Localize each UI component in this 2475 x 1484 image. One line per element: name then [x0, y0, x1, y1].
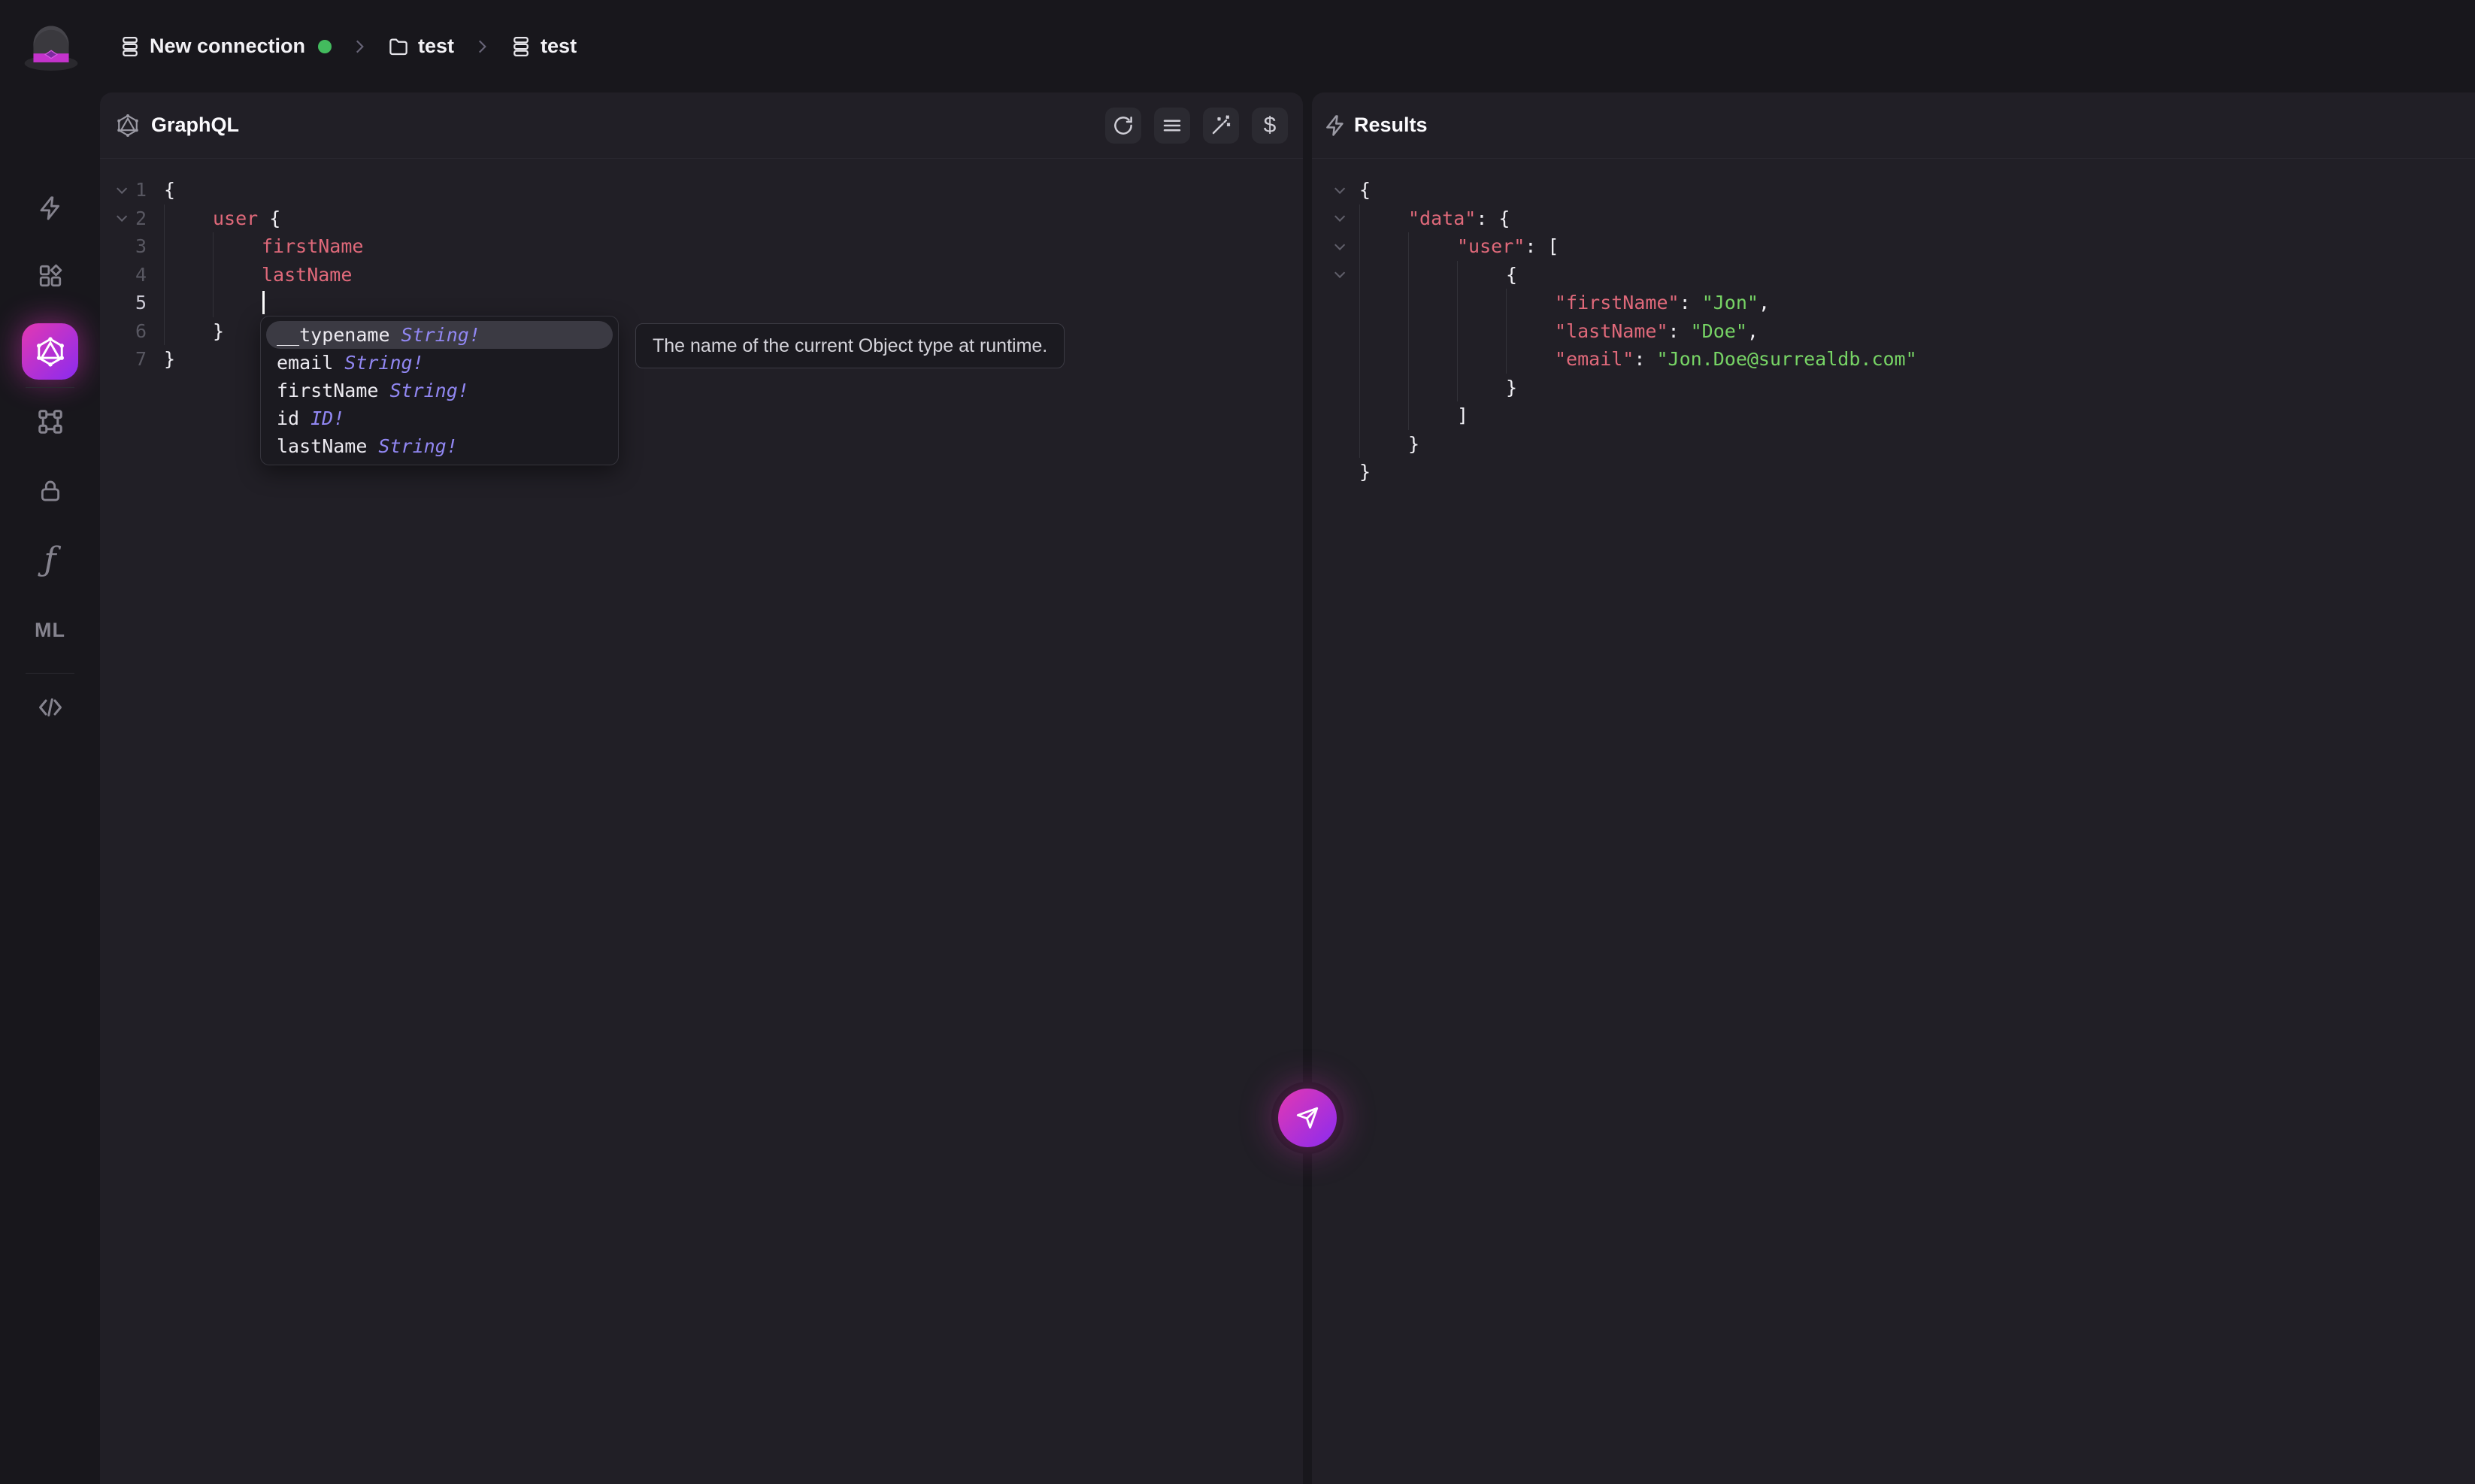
code-icon — [38, 698, 62, 716]
sidebar-item-query[interactable] — [0, 195, 100, 221]
code-line: "user": [ — [1312, 232, 2475, 261]
connection-stack-icon — [123, 36, 138, 56]
code-line: } — [1312, 429, 2475, 458]
fold-toggle-icon[interactable] — [1330, 243, 1347, 250]
results-panel-header: Results — [1312, 92, 2475, 159]
graphql-icon — [36, 336, 64, 367]
sidebar: ƒ ML — [0, 92, 100, 1484]
zap-icon — [1326, 114, 1344, 136]
breadcrumb-database[interactable]: test — [510, 35, 577, 58]
results-panel: Results {"data": {"user": [{"firstName":… — [1312, 92, 2475, 1484]
function-icon: ƒ — [44, 541, 56, 579]
lock-icon — [41, 480, 59, 501]
sidebar-item-functions[interactable]: ƒ — [0, 544, 100, 577]
wand-icon — [1212, 115, 1231, 134]
autocomplete-item[interactable]: __typename String! — [266, 321, 613, 349]
fold-toggle-icon[interactable] — [112, 186, 129, 194]
autocomplete-item[interactable]: firstName String! — [266, 377, 613, 404]
line-number: 5 — [135, 292, 147, 314]
sidebar-item-graphql[interactable] — [22, 323, 78, 380]
code-line: 2 user { — [100, 204, 1303, 232]
connection-status-dot — [318, 39, 332, 53]
topbar: New connection test test — [0, 0, 2475, 92]
panel-resize-handle[interactable] — [1303, 92, 1312, 1484]
zap-icon — [40, 196, 59, 220]
variables-button[interactable]: $ — [1252, 107, 1288, 144]
sidebar-item-models[interactable]: ML — [0, 619, 100, 642]
breadcrumb: New connection test test — [119, 0, 577, 92]
code-line: 4 lastName — [100, 260, 1303, 289]
code-line: } — [1359, 461, 1371, 483]
graphql-toolbar: $ — [1105, 107, 1288, 144]
code-line: } — [1312, 373, 2475, 401]
namespace-label: test — [418, 35, 455, 57]
autocomplete-dropdown: __typename String! email String! firstName St… — [260, 316, 619, 465]
autocomplete-item[interactable]: id ID! — [266, 404, 613, 432]
code-line: "email": "Jon.Doe@surrealdb.com" — [1312, 345, 2475, 374]
line-number: 7 — [135, 348, 147, 371]
fold-toggle-icon[interactable] — [1330, 186, 1347, 194]
code-line: 3 firstName — [100, 232, 1303, 261]
code-line: 5 — [100, 289, 1303, 317]
code-line: 1{ — [100, 176, 1303, 204]
run-query-button[interactable] — [1271, 1082, 1344, 1154]
fold-toggle-icon[interactable] — [112, 214, 129, 222]
code-line: { — [1312, 176, 2475, 204]
send-icon — [1296, 1107, 1319, 1129]
chevron-right-icon — [472, 37, 492, 56]
format-button[interactable] — [1154, 107, 1190, 144]
folder-icon — [389, 38, 407, 55]
sidebar-divider — [26, 387, 74, 388]
ml-icon: ML — [35, 619, 65, 641]
grid-icon — [39, 264, 62, 287]
autocomplete-tooltip: The name of the current Object type at r… — [635, 323, 1065, 368]
graphql-panel: GraphQL $ 1{2 user {3 firstName 4 lastName 5 6… — [100, 92, 1303, 1484]
breadcrumb-connection[interactable]: New connection — [119, 35, 332, 58]
code-line: ] — [1312, 401, 2475, 430]
fold-toggle-icon[interactable] — [1330, 271, 1347, 278]
database-label: test — [541, 35, 577, 57]
chevron-right-icon — [350, 37, 369, 56]
results-viewer: {"data": {"user": [{"firstName": "Jon", "… — [1312, 159, 2475, 486]
line-number: 4 — [135, 263, 147, 286]
run-button-circle — [1278, 1089, 1337, 1147]
refresh-button[interactable] — [1105, 107, 1141, 144]
code-line: "data": { — [1312, 204, 2475, 232]
dollar-icon: $ — [1263, 112, 1277, 138]
line-number: 6 — [135, 320, 147, 342]
line-number: 1 — [135, 179, 147, 201]
nodes-icon — [38, 410, 62, 434]
sidebar-item-explorer[interactable] — [0, 263, 100, 289]
surrealist-logo — [24, 26, 78, 71]
breadcrumb-namespace[interactable]: test — [387, 35, 454, 58]
code-line: "firstName": "Jon", — [1312, 289, 2475, 317]
sidebar-divider — [26, 673, 74, 674]
graphql-panel-header: GraphQL $ — [100, 92, 1303, 159]
sidebar-item-designer[interactable] — [0, 408, 100, 435]
fold-toggle-icon[interactable] — [1330, 214, 1347, 222]
line-number: 2 — [135, 207, 147, 229]
graphql-panel-title: GraphQL — [151, 114, 240, 136]
graphql-title-icon — [117, 114, 138, 137]
results-panel-title: Results — [1354, 114, 1428, 136]
line-number: 3 — [135, 235, 147, 258]
code-line: "lastName": "Doe", — [1312, 316, 2475, 345]
connection-label: New connection — [150, 35, 306, 57]
infer-button[interactable] — [1203, 107, 1239, 144]
refresh-icon — [1114, 116, 1132, 135]
autocomplete-item[interactable]: lastName String! — [266, 432, 613, 460]
sidebar-item-api-docs[interactable] — [0, 694, 100, 721]
sidebar-item-authentication[interactable] — [0, 478, 100, 504]
database-stack-icon — [513, 36, 529, 56]
lines-icon — [1163, 120, 1181, 131]
text-cursor — [262, 291, 265, 315]
code-line: { — [1312, 260, 2475, 289]
autocomplete-item[interactable]: email String! — [266, 349, 613, 377]
